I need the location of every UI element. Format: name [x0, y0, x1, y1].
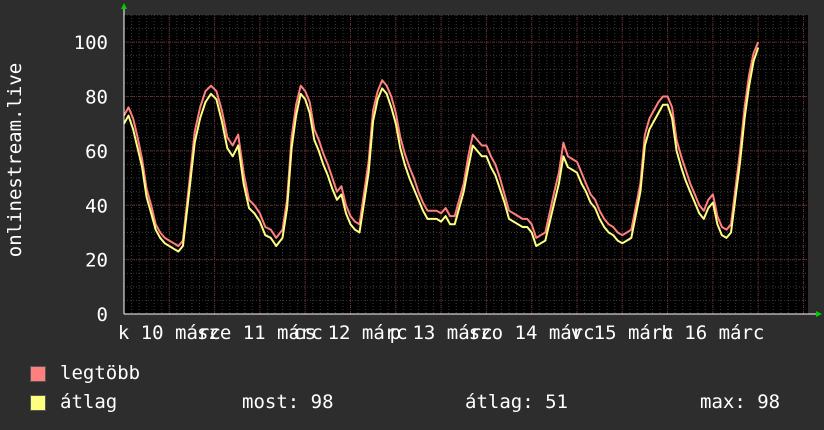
x-tick-label: h 16 márc	[661, 322, 764, 344]
y-tick-label: 60	[85, 141, 108, 163]
y-axis-arrow	[121, 3, 127, 9]
stat-max-value: 98	[757, 391, 781, 413]
legend-item-avg: átlag	[30, 391, 117, 413]
y-tick-label: 20	[85, 250, 108, 272]
stat-max-label: max:	[700, 391, 746, 413]
y-tick-label: 0	[97, 304, 108, 326]
stat-avg-value: 51	[545, 391, 568, 413]
legend-label-avg: átlag	[60, 391, 118, 413]
stat-max: max: 98	[700, 391, 780, 413]
legend-label-max: legtöbb	[60, 362, 141, 384]
y-tick-labels: 0 20 40 60 80 100	[74, 32, 108, 326]
legend-swatch-max	[30, 365, 46, 382]
y-axis-label-text: onlinestream.live	[4, 62, 26, 258]
y-tick-label: 100	[74, 32, 108, 54]
x-tick-labels: k 10 márcsze 11 márccs 12 márcp 13 márcs…	[118, 322, 765, 344]
stat-now-label: most:	[242, 391, 300, 413]
stat-now-value: 98	[310, 391, 334, 413]
y-axis-label: onlinestream.live	[0, 0, 30, 320]
legend-item-max: legtöbb	[30, 362, 140, 384]
x-axis-arrow	[816, 311, 822, 317]
stat-avg-label: átlag:	[465, 391, 534, 413]
stat-avg: átlag: 51	[465, 391, 568, 413]
y-tick-label: 80	[85, 87, 108, 109]
stat-now: most: 98	[242, 391, 334, 413]
x-tick-label: v 15 márc	[571, 322, 674, 344]
legend-swatch-avg	[30, 394, 46, 411]
y-tick-label: 40	[85, 195, 108, 217]
